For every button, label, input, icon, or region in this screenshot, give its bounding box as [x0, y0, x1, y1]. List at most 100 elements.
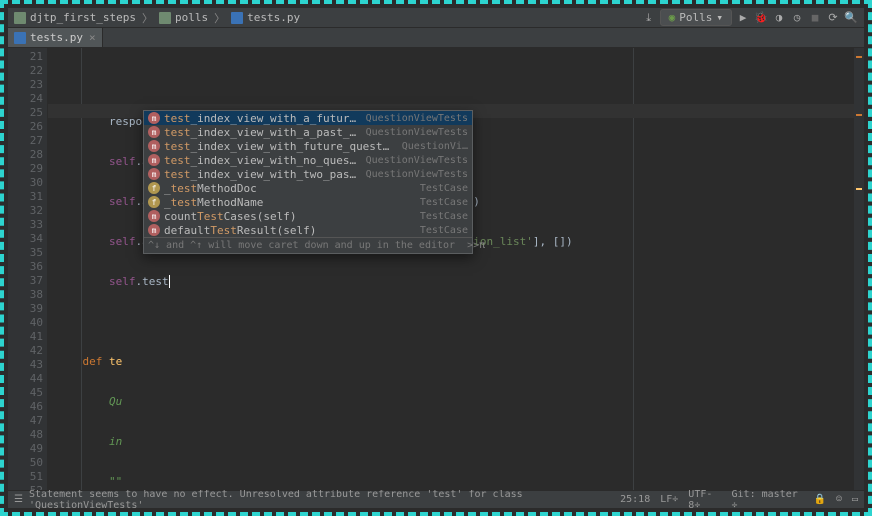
build-icon[interactable]: ⤓ — [642, 11, 656, 25]
line-number[interactable]: 24 — [8, 92, 43, 106]
line-number[interactable]: 28 — [8, 148, 43, 162]
breadcrumb-project[interactable]: djtp_first_steps — [14, 11, 136, 24]
completion-hint: ^↓ and ^↑ will move caret down and up in… — [144, 237, 472, 253]
line-number[interactable]: 45 — [8, 386, 43, 400]
debug-icon[interactable]: 🐞 — [754, 11, 768, 24]
code-completion-popup[interactable]: m test_index_view_with_a_future_question(… — [143, 110, 473, 254]
line-number[interactable]: 30 — [8, 176, 43, 190]
tab-label: tests.py — [30, 31, 83, 44]
status-bar: ☰ Statement seems to have no effect. Unr… — [8, 490, 864, 508]
completion-item-origin: QuestionViewTests — [366, 127, 468, 138]
field-icon: f — [148, 182, 160, 194]
method-icon: m — [148, 140, 160, 152]
line-number[interactable]: 38 — [8, 288, 43, 302]
completion-item[interactable]: m countTestCases(self) TestCase — [144, 209, 472, 223]
python-file-icon — [231, 12, 243, 24]
completion-item-origin: TestCase — [420, 197, 468, 208]
line-number[interactable]: 34 — [8, 232, 43, 246]
line-number[interactable]: 52 — [8, 484, 43, 490]
tab-tests-py[interactable]: tests.py × — [8, 28, 103, 47]
line-number[interactable]: 33 — [8, 218, 43, 232]
line-number[interactable]: 27 — [8, 134, 43, 148]
completion-item-name: test_index_view_with_no_questions(self) — [164, 154, 360, 167]
breadcrumb-sep: 〉 — [142, 10, 153, 26]
breadcrumb-folder[interactable]: polls — [159, 11, 208, 24]
editor[interactable]: 2122232425262728293031323334353637383940… — [8, 48, 864, 490]
update-icon[interactable]: ⟳ — [826, 11, 840, 24]
profile-icon[interactable]: ◷ — [790, 11, 804, 24]
line-number[interactable]: 39 — [8, 302, 43, 316]
stop-icon[interactable]: ■ — [808, 11, 822, 24]
breadcrumb-file[interactable]: tests.py — [231, 11, 300, 24]
line-gutter[interactable]: 2122232425262728293031323334353637383940… — [8, 48, 48, 490]
hector-inspection-icon[interactable]: ☺ — [836, 494, 842, 505]
line-number[interactable]: 21 — [8, 50, 43, 64]
completion-item[interactable]: m test_index_view_with_two_past_questions… — [144, 167, 472, 181]
line-number[interactable]: 43 — [8, 358, 43, 372]
line-number[interactable]: 26 — [8, 120, 43, 134]
line-number[interactable]: 47 — [8, 414, 43, 428]
line-number[interactable]: 48 — [8, 428, 43, 442]
completion-item[interactable]: f _testMethodName TestCase — [144, 195, 472, 209]
completion-item[interactable]: f_testMethodDocTestCase — [144, 181, 472, 195]
line-number[interactable]: 51 — [8, 470, 43, 484]
git-branch[interactable]: Git: master ÷ — [732, 489, 804, 511]
completion-item-name: _testMethodDoc — [164, 182, 414, 195]
editor-tabs: tests.py × — [8, 28, 864, 48]
run-icon[interactable]: ▶ — [736, 11, 750, 24]
file-encoding[interactable]: UTF-8÷ — [688, 489, 721, 511]
line-number[interactable]: 50 — [8, 456, 43, 470]
line-number[interactable]: 41 — [8, 330, 43, 344]
completion-item-origin: QuestionViewTests — [366, 113, 468, 124]
line-number[interactable]: 40 — [8, 316, 43, 330]
line-number[interactable]: 36 — [8, 260, 43, 274]
completion-item-name: test_index_view_with_a_future_question(s… — [164, 112, 360, 125]
line-number[interactable]: 32 — [8, 204, 43, 218]
line-number[interactable]: 35 — [8, 246, 43, 260]
completion-item-name: test_index_view_with_two_past_questions(… — [164, 168, 360, 181]
folder-icon — [159, 12, 171, 24]
completion-item-name: countTestCases(self) — [164, 210, 414, 223]
completion-item[interactable]: mtest_index_view_with_future_question_an… — [144, 139, 472, 153]
line-number[interactable]: 44 — [8, 372, 43, 386]
completion-item[interactable]: m test_index_view_with_a_past_question(se… — [144, 125, 472, 139]
line-number[interactable]: 31 — [8, 190, 43, 204]
line-separator[interactable]: LF÷ — [660, 494, 678, 505]
line-number[interactable]: 42 — [8, 344, 43, 358]
line-number[interactable]: 37 — [8, 274, 43, 288]
method-icon: m — [148, 224, 160, 236]
line-number[interactable]: 49 — [8, 442, 43, 456]
field-icon: f — [148, 196, 160, 208]
lock-icon[interactable]: 🔒 — [813, 494, 825, 505]
line-number[interactable]: 22 — [8, 64, 43, 78]
folder-icon — [14, 12, 26, 24]
search-icon[interactable]: 🔍 — [844, 11, 858, 24]
status-message: Statement seems to have no effect. Unres… — [29, 489, 620, 511]
breadcrumb-label: djtp_first_steps — [30, 11, 136, 24]
method-icon: m — [148, 168, 160, 180]
completion-item[interactable]: m test_index_view_with_no_questions(self)… — [144, 153, 472, 167]
run-configuration-dropdown[interactable]: ◉ Polls ▾ — [660, 9, 732, 26]
code-area[interactable]: response = self.client.get(reverse('poll… — [48, 48, 864, 490]
line-number[interactable]: 25 — [8, 106, 43, 120]
line-number[interactable]: 29 — [8, 162, 43, 176]
completion-item-origin: TestCase — [420, 211, 468, 222]
method-icon: m — [148, 112, 160, 124]
line-number[interactable]: 23 — [8, 78, 43, 92]
run-with-coverage-icon[interactable]: ◑ — [772, 11, 786, 24]
method-icon: m — [148, 126, 160, 138]
completion-item[interactable]: m test_index_view_with_a_future_question(… — [144, 111, 472, 125]
completion-item[interactable]: mdefaultTestResult(self)TestCase — [144, 223, 472, 237]
chevron-down-icon: ▾ — [716, 11, 723, 24]
close-icon[interactable]: × — [89, 31, 96, 44]
hector-icon[interactable]: ☰ — [14, 494, 23, 505]
completion-item-name: test_index_view_with_a_past_question(sel… — [164, 126, 360, 139]
method-icon: m — [148, 210, 160, 222]
error-stripe[interactable] — [854, 48, 864, 490]
memory-indicator-icon[interactable]: ▭ — [852, 494, 858, 505]
breadcrumb-label: polls — [175, 11, 208, 24]
caret-position[interactable]: 25:18 — [620, 494, 650, 505]
line-number[interactable]: 46 — [8, 400, 43, 414]
completion-item-name: _testMethodName — [164, 196, 414, 209]
method-icon: m — [148, 154, 160, 166]
